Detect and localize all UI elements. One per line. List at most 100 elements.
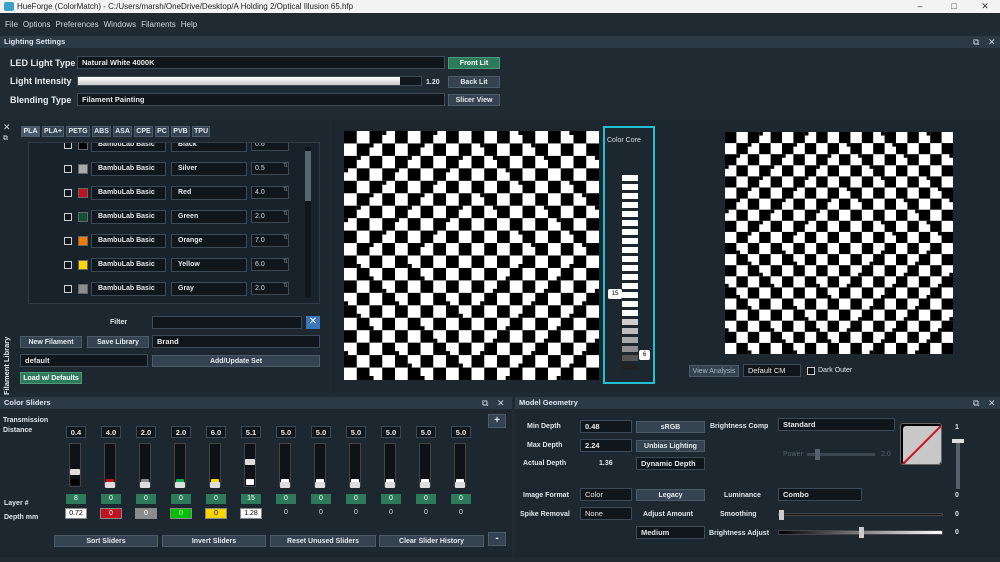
slider-depth[interactable]: 0	[135, 508, 157, 519]
set-select[interactable]: default	[20, 354, 148, 367]
menu-item-filaments[interactable]: Filaments	[141, 18, 176, 32]
power-slider[interactable]	[807, 449, 875, 460]
slider-thumb[interactable]	[420, 482, 430, 488]
tab-abs[interactable]: ABS	[92, 126, 111, 137]
slider-layer[interactable]: 15	[241, 494, 261, 504]
color-slider[interactable]: 5.0 0 0	[345, 397, 375, 527]
filament-checkbox[interactable]	[64, 237, 72, 245]
td-spinner-icon[interactable]: ⇅	[283, 282, 288, 289]
filament-row[interactable]: BambuLab Basic Silver 0.5 ⇅	[29, 161, 304, 177]
tab-pla-plus[interactable]: PLA+	[42, 126, 64, 137]
max-depth-input[interactable]: 2.24	[580, 439, 632, 452]
reset-unused-button[interactable]: Reset Unused Sliders	[270, 535, 376, 547]
color-slider[interactable]: 5.0 0 0	[380, 397, 410, 527]
filament-brand[interactable]: BambuLab Basic	[91, 210, 166, 224]
slider-td[interactable]: 5.0	[451, 426, 471, 438]
preview-image-left[interactable]	[344, 131, 599, 380]
preview-image-right[interactable]	[725, 132, 953, 354]
slider-layer[interactable]: 0	[101, 494, 121, 504]
slider-td[interactable]: 0.4	[66, 426, 86, 438]
slider-td[interactable]: 4.0	[101, 426, 121, 438]
slider-track[interactable]	[279, 443, 291, 488]
led-select[interactable]: Natural White 4000K	[77, 56, 445, 69]
maximize-icon[interactable]: □	[939, 0, 969, 13]
image-format-select[interactable]: Color	[580, 488, 632, 501]
color-slider[interactable]: 2.0 0 0	[135, 397, 165, 527]
dark-outer-checkbox[interactable]	[807, 367, 815, 375]
close-geometry-icon[interactable]: ✕	[988, 398, 996, 409]
minimize-icon[interactable]: –	[905, 0, 935, 13]
slider-td[interactable]: 6.0	[206, 426, 226, 438]
filament-brand[interactable]: BambuLab Basic	[91, 186, 166, 200]
td-spinner-icon[interactable]: ⇅	[283, 162, 288, 169]
slider-depth[interactable]: 0	[100, 508, 122, 519]
color-slider[interactable]: 0.4 8 0.72	[65, 397, 95, 527]
filament-row[interactable]: BambuLab Basic Black 0.6 ⇅	[29, 143, 304, 153]
sort-sliders-button[interactable]: Sort Sliders	[54, 535, 158, 547]
filament-name[interactable]: Green	[171, 210, 247, 224]
slider-layer[interactable]: 0	[276, 494, 296, 504]
slider-track[interactable]	[349, 443, 361, 488]
list-scrollbar[interactable]	[305, 147, 311, 297]
slider-track[interactable]	[139, 443, 151, 488]
filament-row[interactable]: BambuLab Basic Yellow 6.0 ⇅	[29, 257, 304, 273]
slider-depth[interactable]: 0	[170, 508, 192, 519]
slicer-view-button[interactable]: Slicer View	[448, 94, 500, 106]
clear-filter-icon[interactable]: ✕	[306, 316, 320, 329]
menu-item-windows[interactable]: Windows	[104, 18, 136, 32]
color-slider[interactable]: 5.0 0 0	[415, 397, 445, 527]
tab-asa[interactable]: ASA	[113, 126, 132, 137]
slider-layer[interactable]: 0	[451, 494, 471, 504]
slider-track[interactable]	[244, 443, 256, 487]
add-update-set-button[interactable]: Add/Update Set	[152, 355, 320, 367]
save-library-button[interactable]: Save Library	[87, 336, 149, 348]
td-spinner-icon[interactable]: ⇅	[283, 210, 288, 217]
td-spinner-icon[interactable]: ⇅	[283, 234, 288, 241]
slider-track[interactable]	[454, 443, 466, 488]
clear-history-button[interactable]: Clear Slider History	[379, 535, 484, 547]
slider-td[interactable]: 5.0	[346, 426, 366, 438]
slider-thumb[interactable]	[280, 482, 290, 488]
filament-row[interactable]: BambuLab Basic Green 2.0 ⇅	[29, 209, 304, 225]
slider-track[interactable]	[69, 443, 81, 487]
brightness-comp-select[interactable]: Standard	[778, 418, 895, 431]
filament-brand[interactable]: BambuLab Basic	[91, 258, 166, 272]
min-depth-input[interactable]: 0.48	[580, 420, 632, 433]
slider-layer[interactable]: 0	[311, 494, 331, 504]
unbias-lighting-button[interactable]: Unbias Lighting	[636, 440, 705, 452]
filament-checkbox[interactable]	[64, 261, 72, 269]
slider-thumb[interactable]	[385, 482, 395, 488]
filament-name[interactable]: Yellow	[171, 258, 247, 272]
slider-thumb[interactable]	[140, 482, 150, 488]
view-analysis-button[interactable]: View Analysis	[689, 365, 739, 377]
color-slider[interactable]: 2.0 0 0	[170, 397, 200, 527]
slider-layer[interactable]: 0	[416, 494, 436, 504]
color-slider[interactable]: 6.0 0 0	[205, 397, 235, 527]
tab-pvb[interactable]: PVB	[171, 126, 190, 137]
slider-track[interactable]	[419, 443, 431, 488]
luminance-select[interactable]: Combo	[778, 488, 862, 501]
slider-td[interactable]: 5.1	[241, 426, 261, 438]
close-sliders-icon[interactable]: ✕	[497, 398, 505, 409]
close-panel-icon[interactable]: ✕	[988, 37, 996, 48]
filament-brand[interactable]: BambuLab Basic	[91, 282, 166, 296]
slider-depth[interactable]: 0.72	[65, 508, 87, 519]
tab-pla[interactable]: PLA	[21, 126, 40, 137]
slider-layer[interactable]: 0	[136, 494, 156, 504]
new-filament-button[interactable]: New Filament	[20, 336, 82, 348]
slider-thumb[interactable]	[210, 482, 220, 488]
smoothing-slider[interactable]	[778, 510, 943, 520]
undock-geometry-icon[interactable]: ⧉	[973, 398, 979, 409]
slider-track[interactable]	[104, 443, 116, 488]
slider-td[interactable]: 5.0	[311, 426, 331, 438]
invert-sliders-button[interactable]: Invert Sliders	[162, 535, 266, 547]
intensity-slider[interactable]	[77, 76, 422, 86]
tab-tpu[interactable]: TPU	[192, 126, 210, 137]
filament-name[interactable]: Black	[171, 143, 247, 152]
filament-row[interactable]: BambuLab Basic Red 4.0 ⇅	[29, 185, 304, 201]
brightness-adjust-slider[interactable]	[778, 527, 943, 538]
filament-checkbox[interactable]	[64, 143, 72, 149]
add-slider-button[interactable]: +	[488, 414, 506, 428]
slider-track[interactable]	[174, 443, 186, 488]
front-lit-button[interactable]: Front Lit	[448, 57, 500, 69]
